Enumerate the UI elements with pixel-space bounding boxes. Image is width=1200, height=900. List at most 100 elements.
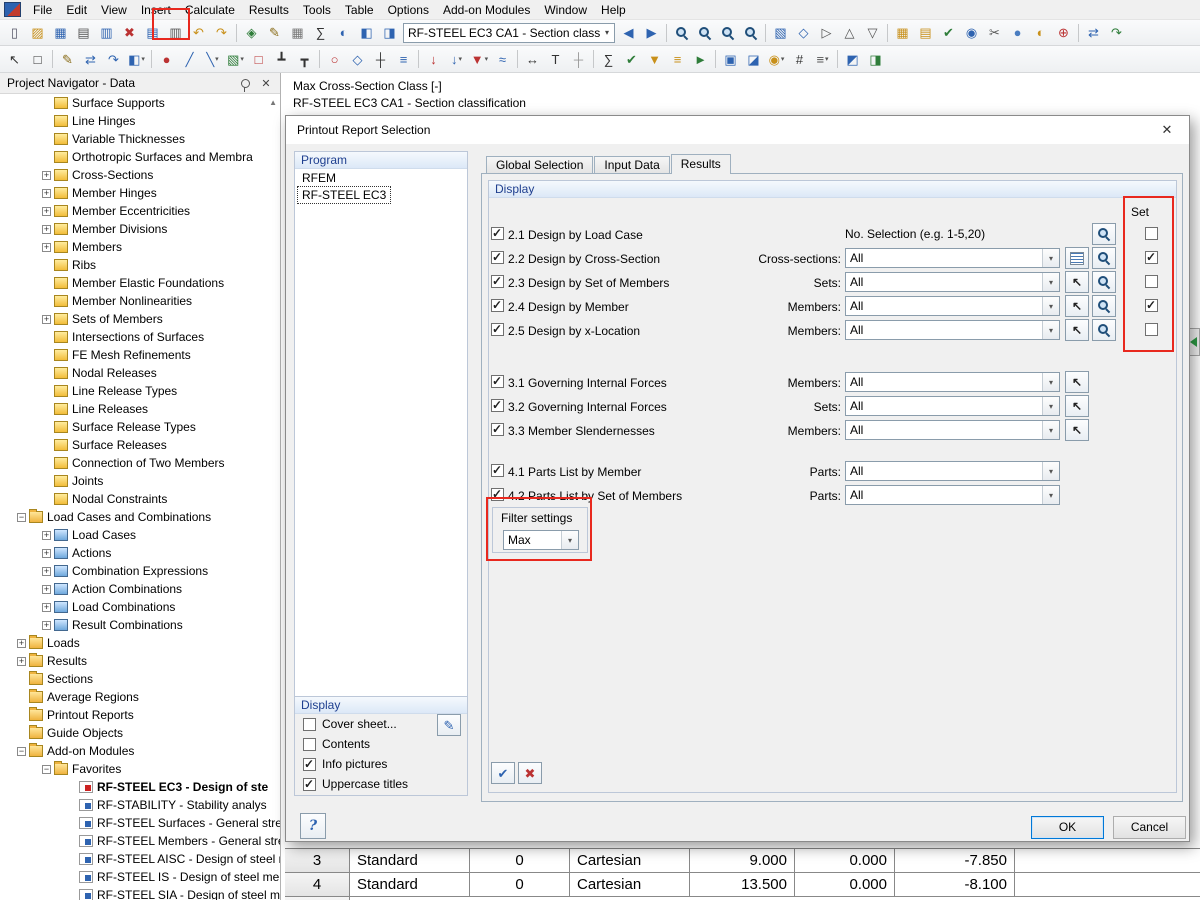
nodal-load-button[interactable]: ↓ <box>422 48 445 70</box>
copy-button[interactable]: ▥ <box>95 22 118 44</box>
row-header-cell[interactable]: 4 <box>285 873 350 896</box>
clip-button[interactable]: ✂ <box>983 22 1006 44</box>
option-checkbox[interactable] <box>303 718 316 731</box>
pointer-button[interactable] <box>1065 295 1089 317</box>
member-division-button[interactable]: ┼ <box>369 48 392 70</box>
expand-icon[interactable]: + <box>42 549 51 558</box>
printout-report-button[interactable]: ▤ <box>141 22 164 44</box>
menu-window[interactable]: Window <box>537 0 594 20</box>
view-z-button[interactable]: ▽ <box>861 22 884 44</box>
generate-model-button[interactable]: ◈ <box>240 22 263 44</box>
line-support-button[interactable]: ┳ <box>293 48 316 70</box>
selection-combobox[interactable]: All▾ <box>845 320 1060 340</box>
panel-right-button[interactable]: ◨ <box>378 22 401 44</box>
row-include-checkbox[interactable] <box>491 299 504 312</box>
tree-item-line-release-types[interactable]: Line Release Types <box>0 382 280 400</box>
save-model-button[interactable]: ▦ <box>49 22 72 44</box>
magnifier-button[interactable] <box>1092 271 1116 293</box>
selection-combobox[interactable]: All▾ <box>845 396 1060 416</box>
animate-button[interactable]: ► <box>689 48 712 70</box>
render-button[interactable]: ● <box>1006 22 1029 44</box>
option-checkbox[interactable] <box>303 738 316 751</box>
dimension-button[interactable]: ↔ <box>521 48 544 70</box>
tree-item-load-combinations[interactable]: +Load Combinations <box>0 598 280 616</box>
edit-pen-button[interactable]: ✎ <box>263 22 286 44</box>
open-model-button[interactable]: ▨ <box>26 22 49 44</box>
tree-item-members[interactable]: +Members <box>0 238 280 256</box>
panel-toggle-button[interactable]: ◨ <box>864 48 887 70</box>
new-node-button[interactable]: ● <box>155 48 178 70</box>
menu-table[interactable]: Table <box>338 0 381 20</box>
tab-global-selection[interactable]: Global Selection <box>486 156 593 174</box>
visibility-button[interactable]: ◉ <box>960 22 983 44</box>
menu-edit[interactable]: Edit <box>59 0 94 20</box>
tree-item-rf-steel-sia-design-of-steel-mer[interactable]: RF-STEEL SIA - Design of steel mer <box>0 886 280 900</box>
tree-item-member-hinges[interactable]: +Member Hinges <box>0 184 280 202</box>
scroll-up-icon[interactable]: ▲ <box>269 98 277 107</box>
expand-icon[interactable]: + <box>42 189 51 198</box>
tree-item-average-regions[interactable]: Average Regions <box>0 688 280 706</box>
tree-item-cross-sections[interactable]: +Cross-Sections <box>0 166 280 184</box>
undo-button[interactable]: ↶ <box>187 22 210 44</box>
clipping-box-button[interactable]: ▣ <box>719 48 742 70</box>
menu-help[interactable]: Help <box>594 0 633 20</box>
option-checkbox[interactable] <box>303 778 316 791</box>
row-include-checkbox[interactable] <box>491 464 504 477</box>
menu-file[interactable]: File <box>26 0 59 20</box>
tree-item-member-divisions[interactable]: +Member Divisions <box>0 220 280 238</box>
tree-item-action-combinations[interactable]: +Action Combinations <box>0 580 280 598</box>
selection-combobox[interactable]: All▾ <box>845 485 1060 505</box>
calculation-button[interactable]: ∑ <box>309 22 332 44</box>
set-checkbox[interactable] <box>1145 251 1158 264</box>
expand-icon[interactable]: + <box>42 243 51 252</box>
tab-results[interactable]: Results <box>671 154 731 174</box>
table-cell[interactable]: 0.000 <box>795 873 895 896</box>
tree-item-nodal-releases[interactable]: Nodal Releases <box>0 364 280 382</box>
light-button[interactable]: ◐ <box>1029 22 1052 44</box>
program-item-rfem[interactable]: RFEM <box>298 170 464 186</box>
tree-item-result-combinations[interactable]: +Result Combinations <box>0 616 280 634</box>
coordinate-system-button[interactable]: ⊕ <box>1052 22 1075 44</box>
search-button[interactable] <box>670 22 693 44</box>
tree-item-load-cases[interactable]: +Load Cases <box>0 526 280 544</box>
expand-icon[interactable]: + <box>42 585 51 594</box>
expand-icon[interactable]: + <box>42 621 51 630</box>
select-pointer-button[interactable]: ↖ <box>3 48 26 70</box>
graphics-mode-button[interactable]: ◐ <box>332 22 355 44</box>
edit-tool-button[interactable]: ✎ <box>56 48 79 70</box>
tree-item-rf-steel-is-design-of-steel-mem[interactable]: RF-STEEL IS - Design of steel mem <box>0 868 280 886</box>
tree-item-member-nonlinearities[interactable]: Member Nonlinearities <box>0 292 280 310</box>
option-checkbox[interactable] <box>303 758 316 771</box>
full-view-button[interactable]: ▧ <box>769 22 792 44</box>
close-icon[interactable]: ✕ <box>1156 122 1178 138</box>
magnifier-button[interactable] <box>1092 247 1116 269</box>
row-include-checkbox[interactable] <box>491 251 504 264</box>
result-values-button[interactable]: ✔ <box>937 22 960 44</box>
menu-options[interactable]: Options <box>381 0 436 20</box>
menu-results[interactable]: Results <box>242 0 296 20</box>
tree-item-rf-stability-stability-analys[interactable]: RF-STABILITY - Stability analys <box>0 796 280 814</box>
redo-button[interactable]: ↷ <box>210 22 233 44</box>
refresh-button[interactable]: ↷ <box>1105 22 1128 44</box>
row-include-checkbox[interactable] <box>491 375 504 388</box>
tree-item-sections[interactable]: Sections <box>0 670 280 688</box>
tables-button[interactable]: ▦ <box>891 22 914 44</box>
tree-item-loads[interactable]: +Loads <box>0 634 280 652</box>
table-cell[interactable]: -8.100 <box>895 873 1015 896</box>
next-load-case-button[interactable]: ▶ <box>640 22 663 44</box>
close-icon[interactable]: ✕ <box>259 77 273 90</box>
row-include-checkbox[interactable] <box>491 488 504 501</box>
tree-item-rf-steel-members-general-stres[interactable]: RF-STEEL Members - General stres <box>0 832 280 850</box>
set-checkbox[interactable] <box>1145 299 1158 312</box>
collapse-icon[interactable]: − <box>17 747 26 756</box>
table-cell[interactable]: 13.500 <box>690 873 795 896</box>
expand-icon[interactable]: + <box>42 207 51 216</box>
tree-item-sets-of-members[interactable]: +Sets of Members <box>0 310 280 328</box>
expand-icon[interactable]: + <box>42 225 51 234</box>
tree-item-joints[interactable]: Joints <box>0 472 280 490</box>
unset-all-button[interactable]: ✖ <box>518 762 542 784</box>
table-cell[interactable]: Cartesian <box>570 873 690 896</box>
zoom-window-button[interactable] <box>693 22 716 44</box>
section-button[interactable]: ≡ <box>392 48 415 70</box>
table-cell[interactable]: Cartesian <box>570 849 690 872</box>
